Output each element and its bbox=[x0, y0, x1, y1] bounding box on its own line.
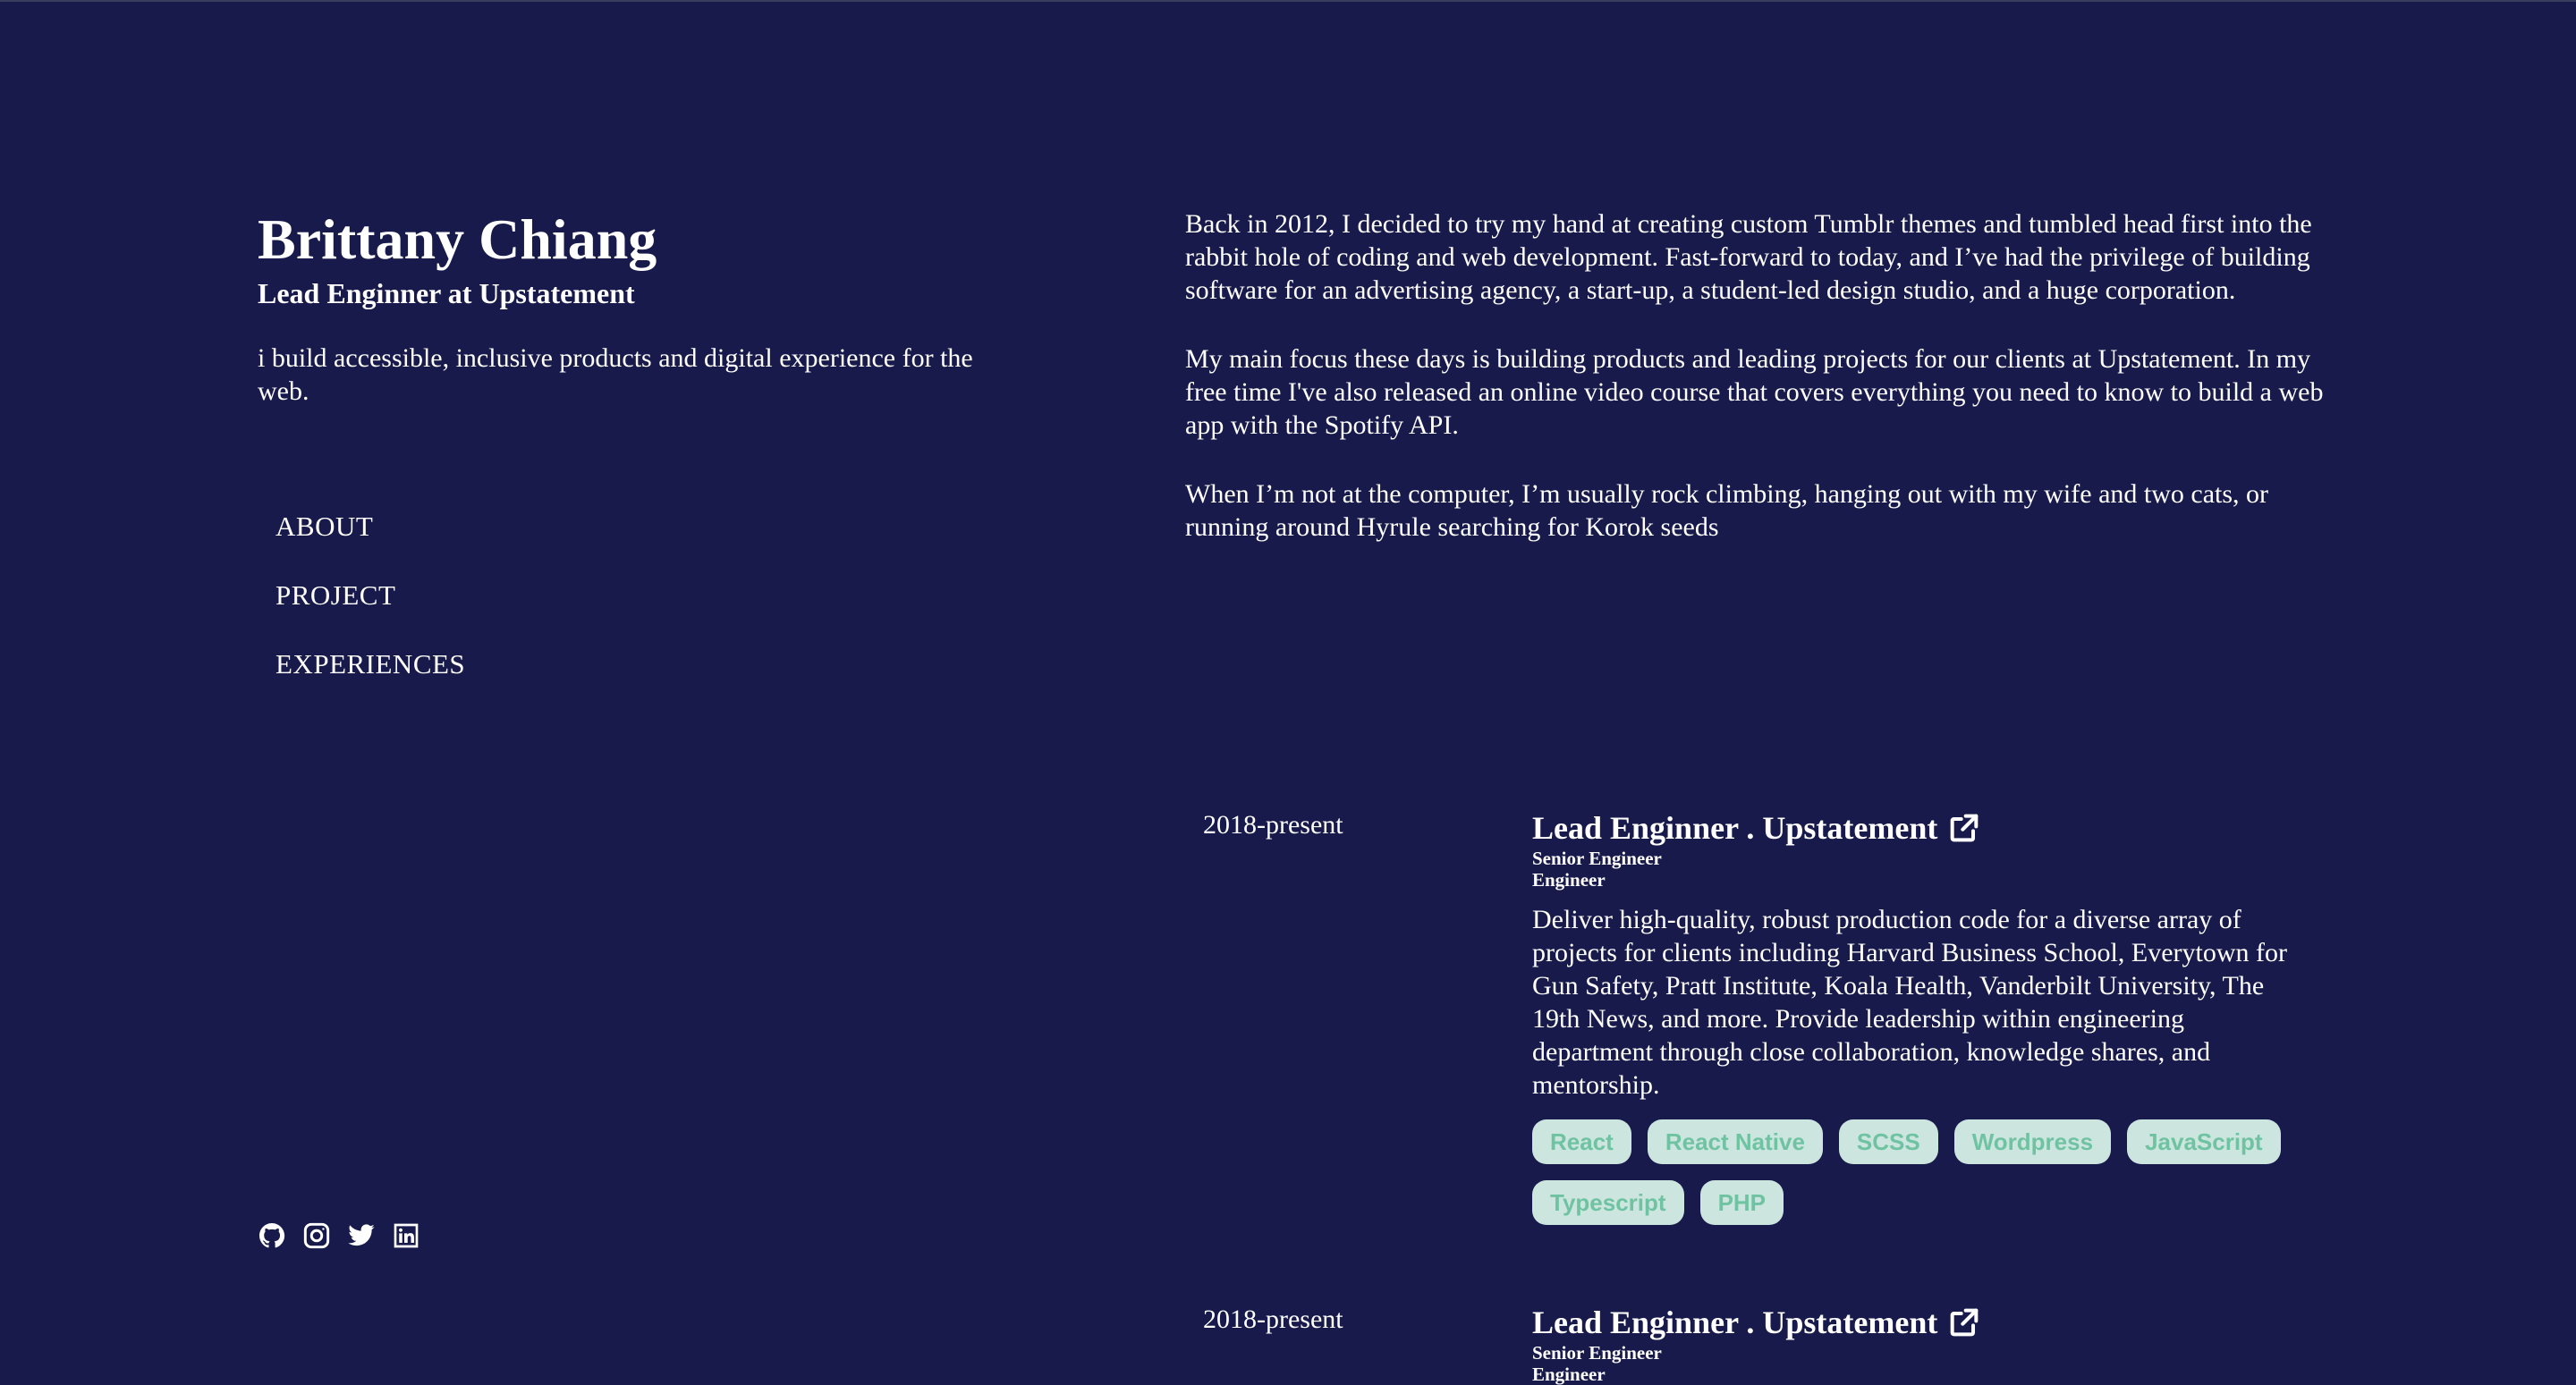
tag: Wordpress bbox=[1953, 1119, 2112, 1164]
experience-subtitle: Engineer bbox=[1532, 1364, 1606, 1385]
about-section: Back in 2012, I decided to try my hand a… bbox=[1185, 207, 2326, 579]
nav-item-experiences[interactable]: EXPERIENCES bbox=[275, 647, 465, 681]
experience-subtitle: Senior Engineer bbox=[1532, 848, 1662, 869]
nav-item-about[interactable]: ABOUT bbox=[275, 510, 465, 544]
social-links bbox=[258, 1221, 420, 1250]
about-paragraph: Back in 2012, I decided to try my hand a… bbox=[1185, 209, 2312, 305]
external-link-icon bbox=[1951, 1308, 1979, 1337]
experience-title: Lead Enginner . Upstatement bbox=[1532, 1305, 1938, 1340]
experience-body: Lead Enginner . Upstatement Senior Engin… bbox=[1532, 808, 2310, 1225]
tag: React bbox=[1532, 1119, 1631, 1164]
twitter-icon[interactable] bbox=[347, 1221, 376, 1250]
github-icon[interactable] bbox=[258, 1221, 286, 1250]
profile-header: Brittany Chiang Lead Enginner at Upstate… bbox=[258, 202, 1009, 408]
tag: React Native bbox=[1647, 1119, 1823, 1164]
experience-subtitle: Engineer bbox=[1532, 869, 1606, 891]
section-nav: ABOUT PROJECT EXPERIENCES bbox=[275, 510, 465, 716]
top-border bbox=[0, 0, 2576, 2]
about-paragraph: When I’m not at the computer, I’m usuall… bbox=[1185, 479, 2269, 542]
experience-subtitle: Senior Engineer bbox=[1532, 1342, 1662, 1364]
experience-title-link[interactable]: Lead Enginner . Upstatement bbox=[1532, 808, 2310, 848]
experience-body: Lead Enginner . Upstatement Senior Engin… bbox=[1532, 1303, 2310, 1385]
instagram-icon[interactable] bbox=[302, 1221, 331, 1250]
experience-date: 2018-present bbox=[1203, 810, 1343, 840]
profile-name: Brittany Chiang bbox=[258, 207, 657, 271]
experience-description: Deliver high-quality, robust production … bbox=[1532, 905, 2287, 1100]
profile-tagline: i build accessible, inclusive products a… bbox=[258, 343, 973, 406]
about-paragraph: My main focus these days is building pro… bbox=[1185, 344, 2324, 440]
tag: SCSS bbox=[1838, 1119, 1938, 1164]
experience-date: 2018-present bbox=[1203, 1305, 1343, 1334]
tag: PHP bbox=[1699, 1180, 1784, 1225]
nav-item-project[interactable]: PROJECT bbox=[275, 578, 465, 612]
experience-title-link[interactable]: Lead Enginner . Upstatement bbox=[1532, 1303, 2310, 1342]
external-link-icon bbox=[1951, 814, 1979, 842]
tag-list: React React Native SCSS Wordpress JavaSc… bbox=[1532, 1119, 2310, 1225]
linkedin-icon[interactable] bbox=[392, 1221, 420, 1250]
profile-role: Lead Enginner at Upstatement bbox=[258, 277, 635, 309]
experience-title: Lead Enginner . Upstatement bbox=[1532, 810, 1938, 846]
tag: Typescript bbox=[1532, 1180, 1684, 1225]
tag: JavaScript bbox=[2127, 1119, 2281, 1164]
